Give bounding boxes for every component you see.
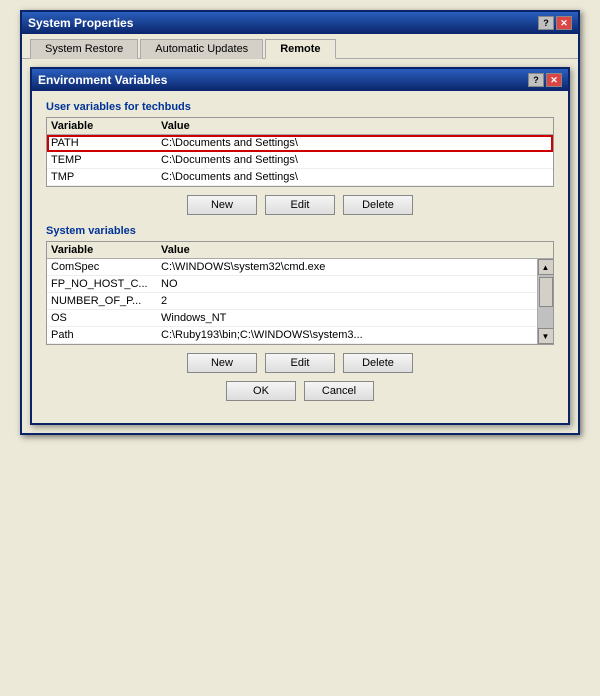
sys-val-col-header: Value <box>161 244 549 256</box>
tab-automatic-updates[interactable]: Automatic Updates <box>140 39 263 59</box>
outer-window-title: System Properties <box>28 16 133 30</box>
user-val-col-header: Value <box>161 120 549 132</box>
user-var-col-header: Variable <box>51 120 161 132</box>
inner-dialog-title: Environment Variables <box>38 73 167 87</box>
scroll-down-arrow[interactable]: ▼ <box>538 328 554 344</box>
outer-help-button[interactable]: ? <box>538 16 554 30</box>
table-row[interactable]: TMP C:\Documents and Settings\ <box>47 169 553 186</box>
table-row[interactable]: ComSpec C:\WINDOWS\system32\cmd.exe <box>47 259 537 276</box>
sys-row-3-val: Windows_NT <box>161 312 533 324</box>
user-delete-button[interactable]: Delete <box>343 195 413 215</box>
system-variables-table: Variable Value ComSpec C:\WINDOWS\system… <box>46 241 554 345</box>
user-btn-row: New Edit Delete <box>46 195 554 215</box>
sys-row-2-var: NUMBER_OF_P... <box>51 295 161 307</box>
table-row[interactable]: TEMP C:\Documents and Settings\ <box>47 152 553 169</box>
sys-row-1-val: NO <box>161 278 533 290</box>
inner-titlebar-buttons: ? ✕ <box>528 73 562 87</box>
outer-close-button[interactable]: ✕ <box>556 16 572 30</box>
table-row[interactable]: FP_NO_HOST_C... NO <box>47 276 537 293</box>
tab-remote[interactable]: Remote <box>265 39 335 59</box>
footer-btn-row: OK Cancel <box>46 373 554 409</box>
sys-row-2-val: 2 <box>161 295 533 307</box>
system-table-header: Variable Value <box>47 242 553 259</box>
outer-titlebar-buttons: ? ✕ <box>538 16 572 30</box>
user-row-1-var: TEMP <box>51 154 161 166</box>
user-row-2-var: TMP <box>51 171 161 183</box>
outer-titlebar: System Properties ? ✕ <box>22 12 578 34</box>
scroll-up-arrow[interactable]: ▲ <box>538 259 554 275</box>
outer-content: Environment Variables ? ✕ User variables… <box>22 59 578 433</box>
inner-titlebar: Environment Variables ? ✕ <box>32 69 568 91</box>
user-row-2-val: C:\Documents and Settings\ <box>161 171 549 183</box>
user-row-0-var: PATH <box>51 137 161 149</box>
system-btn-row: New Edit Delete <box>46 353 554 373</box>
sys-row-4-val: C:\Ruby193\bin;C:\WINDOWS\system3... <box>161 329 533 341</box>
sys-row-4-var: Path <box>51 329 161 341</box>
user-section-label: User variables for techbuds <box>46 101 554 113</box>
sys-row-1-var: FP_NO_HOST_C... <box>51 278 161 290</box>
system-table-content: ComSpec C:\WINDOWS\system32\cmd.exe FP_N… <box>47 259 537 344</box>
user-variables-table: Variable Value PATH C:\Documents and Set… <box>46 117 554 187</box>
inner-help-button[interactable]: ? <box>528 73 544 87</box>
system-new-button[interactable]: New <box>187 353 257 373</box>
tab-system-restore[interactable]: System Restore <box>30 39 138 59</box>
outer-tabs: System Restore Automatic Updates Remote <box>22 34 578 59</box>
user-table-header: Variable Value <box>47 118 553 135</box>
ok-button[interactable]: OK <box>226 381 296 401</box>
system-properties-window: System Properties ? ✕ System Restore Aut… <box>20 10 580 435</box>
sys-var-col-header: Variable <box>51 244 161 256</box>
system-table-wrapper: ComSpec C:\WINDOWS\system32\cmd.exe FP_N… <box>47 259 553 344</box>
user-new-button[interactable]: New <box>187 195 257 215</box>
inner-content: User variables for techbuds Variable Val… <box>32 91 568 423</box>
user-row-0-val: C:\Documents and Settings\ <box>161 137 549 149</box>
scroll-thumb[interactable] <box>539 277 553 307</box>
outer-title-area: System Properties <box>28 16 133 30</box>
table-row[interactable]: Path C:\Ruby193\bin;C:\WINDOWS\system3..… <box>47 327 537 344</box>
system-section-label: System variables <box>46 225 554 237</box>
user-row-1-val: C:\Documents and Settings\ <box>161 154 549 166</box>
system-scrollbar[interactable]: ▲ ▼ <box>537 259 553 344</box>
cancel-button[interactable]: Cancel <box>304 381 374 401</box>
sys-row-3-var: OS <box>51 312 161 324</box>
user-edit-button[interactable]: Edit <box>265 195 335 215</box>
system-edit-button[interactable]: Edit <box>265 353 335 373</box>
table-row[interactable]: PATH C:\Documents and Settings\ <box>47 135 553 152</box>
inner-close-button[interactable]: ✕ <box>546 73 562 87</box>
sys-row-0-var: ComSpec <box>51 261 161 273</box>
environment-variables-dialog: Environment Variables ? ✕ User variables… <box>30 67 570 425</box>
system-delete-button[interactable]: Delete <box>343 353 413 373</box>
sys-row-0-val: C:\WINDOWS\system32\cmd.exe <box>161 261 533 273</box>
scroll-track[interactable] <box>538 275 554 328</box>
table-row[interactable]: OS Windows_NT <box>47 310 537 327</box>
user-table-rows: PATH C:\Documents and Settings\ TEMP C:\… <box>47 135 553 186</box>
table-row[interactable]: NUMBER_OF_P... 2 <box>47 293 537 310</box>
